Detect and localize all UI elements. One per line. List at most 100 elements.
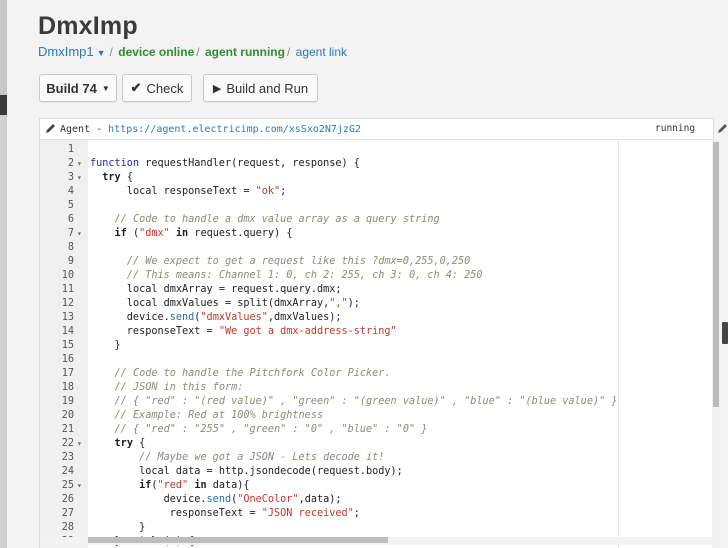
splitter-handle[interactable] [722, 322, 728, 344]
line-number: 19 [61, 396, 74, 407]
caret-down-icon[interactable]: ▼ [97, 48, 106, 58]
fold-toggle-icon[interactable]: ▾ [77, 437, 82, 451]
fold-toggle-icon[interactable]: ▾ [77, 479, 82, 493]
code-text: // Maybe we got a JSON - Lets decode it! [139, 452, 385, 463]
code-text: responseText = "JSON received"; [90, 508, 360, 519]
line-number: 3 [67, 172, 74, 183]
code-line[interactable]: 15 } [40, 339, 714, 353]
collapse-icon[interactable] [717, 121, 728, 139]
fold-toggle-icon[interactable]: ▾ [77, 171, 82, 185]
code-text: if("red" in data){ [139, 480, 250, 491]
code-text: // We expect to get a request like this … [126, 256, 471, 267]
code-text: // Code to handle a dmx value array as a… [114, 214, 440, 225]
code-text: local data = http.jsondecode(request.bod… [139, 466, 403, 477]
play-icon: ▶ [212, 82, 222, 95]
code-line[interactable]: 16 [40, 353, 714, 367]
code-line[interactable]: 3 ▾ try { [40, 171, 714, 185]
code-text: if ("dmx" in request.query) { [114, 228, 293, 239]
model-selector[interactable]: DmxImp1 [38, 44, 94, 59]
code-text: local dmxArray = request.query.dmx; [126, 284, 342, 295]
agent-run-status: running [655, 123, 696, 134]
code-text: try { [114, 438, 146, 449]
code-text: // { "red" : "255" , "green" : "0" , "bl… [114, 424, 428, 435]
fold-toggle-icon[interactable]: ▾ [77, 157, 82, 171]
code-line[interactable]: 25 ▾ if("red" in data){ [40, 479, 714, 493]
line-number: 18 [61, 382, 74, 393]
code-line[interactable]: 7 ▾ if ("dmx" in request.query) { [40, 227, 714, 241]
line-number: 8 [67, 242, 74, 253]
code-line[interactable]: 6 // Code to handle a dmx value array as… [40, 213, 714, 227]
line-number: 26 [61, 494, 74, 505]
line-number: 5 [67, 200, 74, 211]
code-line[interactable]: 9 // We expect to get a request like thi… [40, 255, 714, 269]
build-and-run-button[interactable]: ▶ Build and Run [203, 74, 318, 102]
line-number: 25 [61, 480, 74, 491]
agent-url[interactable]: https://agent.electricimp.com/xsSxo2N7jz… [108, 124, 361, 135]
line-number: 11 [61, 284, 74, 295]
line-number: 2 [67, 158, 74, 169]
line-number: 28 [61, 522, 74, 533]
code-line[interactable]: 20 // Example: Red at 100% brightness [40, 409, 714, 423]
build-and-run-label: Build and Run [226, 80, 309, 96]
horizontal-scroll-thumb[interactable] [88, 537, 388, 543]
breadcrumb: DmxImp1 ▼ / device online / agent running / … [38, 44, 347, 59]
line-number: 10 [61, 270, 74, 281]
left-window-strip-lower [0, 115, 7, 548]
vertical-scrollbar[interactable] [712, 140, 720, 548]
code-line[interactable]: 1 [40, 143, 714, 157]
agent-prefix: Agent - [60, 124, 109, 135]
fold-toggle-icon[interactable]: ▾ [77, 227, 82, 241]
pencil-icon[interactable] [45, 123, 56, 137]
code-line[interactable]: 10 // This means: Channel 1: 0, ch 2: 25… [40, 269, 714, 283]
device-status: device online [118, 45, 195, 59]
agent-status: agent running [204, 45, 285, 59]
line-number: 13 [61, 312, 74, 323]
agent-link[interactable]: agent link [296, 45, 347, 59]
line-number: 23 [61, 452, 74, 463]
code-line[interactable]: 5 [40, 199, 714, 213]
code-line[interactable]: 21 // { "red" : "255" , "green" : "0" , … [40, 423, 714, 437]
code-text: } [90, 340, 121, 351]
code-text: // Code to handle the Pitchfork Color Pi… [114, 368, 391, 379]
line-number: 14 [61, 326, 74, 337]
line-number: 15 [61, 340, 74, 351]
code-text: responseText = "We got a dmx-address-str… [90, 326, 397, 337]
code-line[interactable]: 11 local dmxArray = request.query.dmx; [40, 283, 714, 297]
vertical-scroll-thumb[interactable] [713, 142, 719, 407]
code-line[interactable]: 13 device.send("dmxValues",dmxValues); [40, 311, 714, 325]
code-line[interactable]: 8 [40, 241, 714, 255]
line-number: 22 [61, 438, 74, 449]
line-number: 9 [67, 256, 74, 267]
line-number: 20 [61, 410, 74, 421]
horizontal-scrollbar[interactable] [40, 537, 712, 545]
code-text: // This means: Channel 1: 0, ch 2: 255, … [126, 270, 483, 281]
check-button[interactable]: ✔ Check [122, 74, 192, 102]
code-line[interactable]: 24 local data = http.jsondecode(request.… [40, 465, 714, 479]
check-label: Check [146, 80, 184, 96]
code-line[interactable]: 23 // Maybe we got a JSON - Lets decode … [40, 451, 714, 465]
code-line[interactable]: 22 ▾ try { [40, 437, 714, 451]
code-text: device.send("dmxValues",dmxValues); [90, 312, 342, 323]
code-text: try { [102, 172, 133, 183]
code-line[interactable]: 17 // Code to handle the Pitchfork Color… [40, 367, 714, 381]
code-line[interactable]: 12 local dmxValues = split(dmxArray,",")… [40, 297, 714, 311]
code-line[interactable]: 28 } [40, 521, 714, 535]
breadcrumb-separator: / [196, 45, 200, 59]
app-title: DmxImp [38, 12, 138, 40]
code-line[interactable]: 27 responseText = "JSON received"; [40, 507, 714, 521]
agent-label: Agent - https://agent.electricimp.com/xs… [60, 124, 361, 135]
code-text: // JSON in this form: [114, 382, 244, 393]
code-line[interactable]: 14 responseText = "We got a dmx-address-… [40, 325, 714, 339]
code-editor[interactable]: 1 2 ▾ function requestHandler(request, resp… [39, 140, 714, 548]
build-version-button[interactable]: Build 74 ▼ [39, 74, 117, 102]
code-line[interactable]: 2 ▾ function requestHandler(request, respo… [40, 157, 714, 171]
breadcrumb-separator: / [109, 45, 113, 59]
code-line[interactable]: 4 local responseText = "ok"; [40, 185, 714, 199]
code-line[interactable]: 18 // JSON in this form: [40, 381, 714, 395]
check-icon: ✔ [130, 80, 142, 95]
breadcrumb-separator: / [286, 45, 291, 59]
code-line[interactable]: 26 device.send("OneColor",data); [40, 493, 714, 507]
line-number: 24 [61, 466, 74, 477]
code-text: local responseText = "ok"; [126, 186, 287, 197]
code-line[interactable]: 19 // { "red" : "(red value)" , "green" … [40, 395, 714, 409]
